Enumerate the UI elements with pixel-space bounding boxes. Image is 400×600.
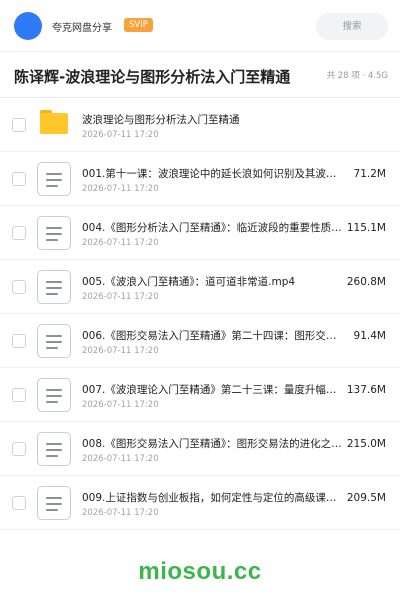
list-item[interactable]: 008.《图形交易法入门至精通》：图形交易法的进化之路.mp4 2026-07-…	[0, 422, 400, 476]
list-item[interactable]: 009.上证指数与创业板指，如何定性与定位的高级课程.mp4 2026-07-1…	[0, 476, 400, 530]
search-button[interactable]: 搜索	[316, 13, 388, 40]
select-checkbox[interactable]	[12, 226, 26, 240]
file-icon	[37, 162, 71, 196]
file-icon	[37, 486, 71, 520]
item-size: 71.2M	[353, 168, 386, 180]
list-item[interactable]: 006.《图形交易法入门至精通》第二十四课：图形交易法实战.mp4 2026-0…	[0, 314, 400, 368]
top-bar: 夸克网盘分享 SVIP 搜索	[0, 0, 400, 52]
select-checkbox[interactable]	[12, 334, 26, 348]
user-name[interactable]: 夸克网盘分享	[52, 19, 112, 34]
item-date: 2026-07-11 17:20	[82, 238, 159, 248]
file-icon	[37, 378, 71, 412]
watermark: miosou.cc	[138, 558, 262, 585]
item-name: 001.第十一课：波浪理论中的延长浪如何识别及其波段预测.mp4	[82, 168, 344, 180]
select-checkbox[interactable]	[12, 388, 26, 402]
list-item[interactable]: 007.《波浪理论入门至精通》第二十三课：量度升幅的计算.mp4 2026-07…	[0, 368, 400, 422]
file-list: 波浪理论与图形分析法入门至精通 2026-07-11 17:20 001.第十一…	[0, 98, 400, 530]
item-date: 2026-07-11 17:20	[82, 346, 159, 356]
item-name: 004.《图形分析法入门至精通》：临近波段的重要性质.mp4	[82, 222, 344, 234]
item-date: 2026-07-11 17:20	[82, 454, 159, 464]
item-name: 005.《波浪入门至精通》：道可道非常道.mp4	[82, 276, 296, 288]
folder-icon	[40, 110, 68, 134]
item-size: 260.8M	[346, 276, 386, 288]
list-item[interactable]: 001.第十一课：波浪理论中的延长浪如何识别及其波段预测.mp4 2026-07…	[0, 152, 400, 206]
item-name: 009.上证指数与创业板指，如何定性与定位的高级课程.mp4	[82, 492, 344, 504]
file-icon	[37, 216, 71, 250]
select-checkbox[interactable]	[12, 280, 26, 294]
item-summary: 共 28 项 · 4.5G	[326, 71, 388, 81]
select-checkbox[interactable]	[12, 172, 26, 186]
item-size: 137.6M	[346, 384, 386, 396]
item-date: 2026-07-11 17:20	[82, 508, 159, 518]
list-item[interactable]: 波浪理论与图形分析法入门至精通 2026-07-11 17:20	[0, 98, 400, 152]
item-name: 006.《图形交易法入门至精通》第二十四课：图形交易法实战.mp4	[82, 330, 344, 342]
file-icon	[37, 432, 71, 466]
svip-badge: SVIP	[124, 18, 153, 32]
item-date: 2026-07-11 17:20	[82, 292, 159, 302]
item-name: 008.《图形交易法入门至精通》：图形交易法的进化之路.mp4	[82, 438, 344, 450]
select-checkbox[interactable]	[12, 496, 26, 510]
file-icon	[37, 324, 71, 358]
item-size: 209.5M	[346, 492, 386, 504]
select-checkbox[interactable]	[12, 118, 26, 132]
item-size: 91.4M	[353, 330, 386, 342]
list-item[interactable]: 004.《图形分析法入门至精通》：临近波段的重要性质.mp4 2026-07-1…	[0, 206, 400, 260]
select-checkbox[interactable]	[12, 442, 26, 456]
item-name: 波浪理论与图形分析法入门至精通	[82, 114, 240, 126]
item-name: 007.《波浪理论入门至精通》第二十三课：量度升幅的计算.mp4	[82, 384, 344, 396]
folder-header: 陈译辉-波浪理论与图形分析法入门至精通 共 28 项 · 4.5G	[0, 52, 400, 98]
list-item[interactable]: 005.《波浪入门至精通》：道可道非常道.mp4 2026-07-11 17:2…	[0, 260, 400, 314]
item-date: 2026-07-11 17:20	[82, 130, 159, 140]
page-title: 陈译辉-波浪理论与图形分析法入门至精通	[14, 68, 291, 86]
item-date: 2026-07-11 17:20	[82, 400, 159, 410]
item-date: 2026-07-11 17:20	[82, 184, 159, 194]
item-size: 115.1M	[346, 222, 386, 234]
file-icon	[37, 270, 71, 304]
avatar[interactable]	[14, 12, 42, 40]
item-size: 215.0M	[346, 438, 386, 450]
